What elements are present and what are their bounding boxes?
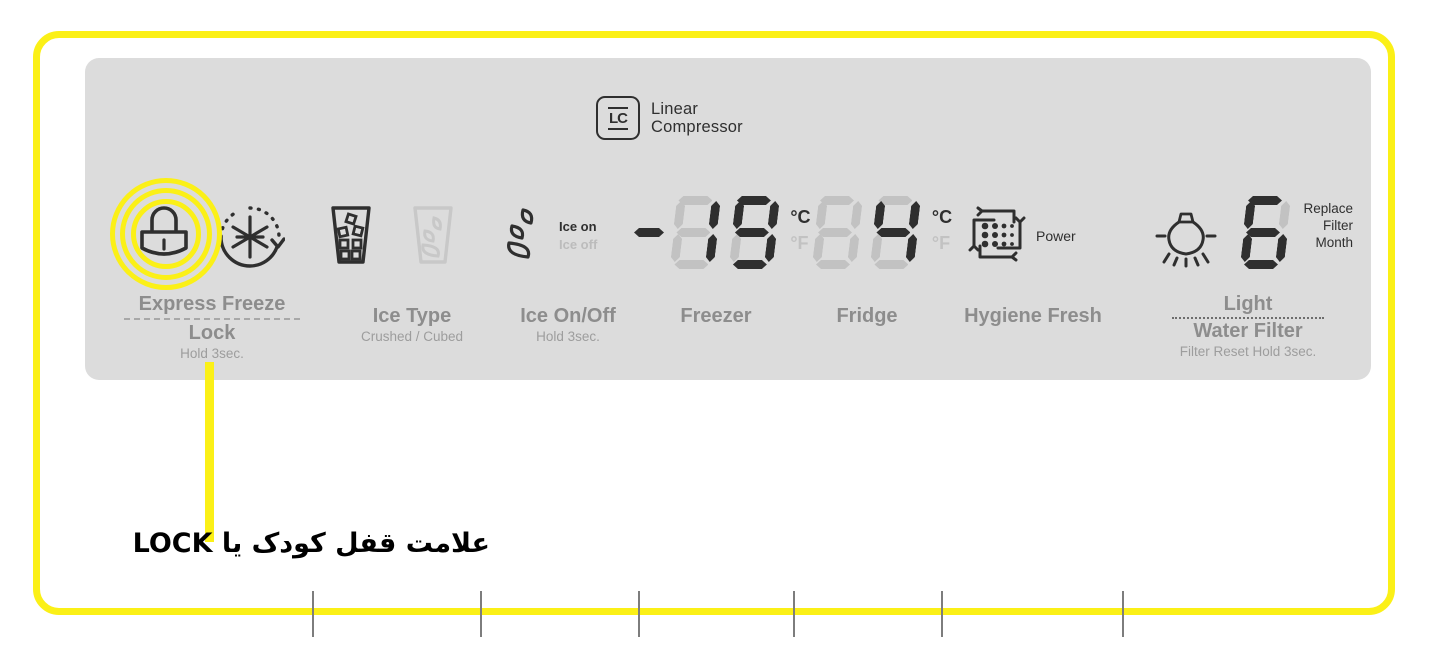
label-lock-hold: Hold 3sec.: [180, 346, 244, 361]
light-water-filter-divider: [1172, 317, 1324, 319]
water-filter-display[interactable]: Replace Filter Month: [1238, 196, 1353, 270]
seg-digit-1: [668, 196, 722, 270]
lc-badge-text: LC: [608, 106, 628, 130]
ice-off-label: Ice off: [559, 237, 598, 252]
express-freeze-lock-divider: [124, 318, 300, 320]
freezer-unit-fahrenheit: °F: [790, 233, 809, 253]
seg-digit-2: [727, 196, 781, 270]
express-freeze-button[interactable]: [215, 202, 286, 277]
filter-line-3: Month: [1315, 235, 1353, 250]
label-express-freeze-lock: Express Freeze Lock Hold 3sec.: [112, 293, 312, 362]
section-divider-1: [312, 591, 314, 637]
replace-filter-month-label: Replace Filter Month: [1303, 200, 1353, 251]
filter-month-digit: [1238, 196, 1292, 270]
lock-button[interactable]: [133, 204, 195, 273]
label-row: Express Freeze Lock Hold 3sec. Ice Type …: [0, 293, 1437, 637]
label-hygiene-fresh: Hygiene Fresh: [945, 305, 1121, 328]
label-light-water-filter: Light Water Filter Filter Reset Hold 3se…: [1128, 293, 1368, 360]
linear-compressor-logo: LC Linear Compressor: [596, 96, 743, 140]
light-bulb-icon: [1155, 212, 1217, 268]
annotation-pointer-line: [205, 362, 214, 542]
label-fridge-main: Fridge: [836, 305, 898, 327]
brand-line-1: Linear: [651, 99, 699, 118]
section-divider-6: [1122, 591, 1124, 637]
section-divider-5: [941, 591, 943, 637]
ice-type-cubed-button[interactable]: [326, 204, 376, 271]
label-ice-type: Ice Type Crushed / Cubed: [316, 305, 508, 345]
label-fridge: Fridge: [797, 305, 937, 328]
lc-badge-icon: LC: [596, 96, 640, 140]
freezer-digit-tens: [668, 196, 780, 270]
fridge-units: °C °F: [932, 204, 952, 256]
filter-line-2: Filter: [1322, 218, 1353, 233]
label-filter-reset: Filter Reset Hold 3sec.: [1179, 344, 1317, 359]
label-hygiene-fresh-main: Hygiene Fresh: [964, 305, 1102, 327]
label-ice-on-off-main: Ice On/Off: [520, 305, 616, 327]
light-button[interactable]: [1155, 202, 1217, 273]
label-freezer: Freezer: [642, 305, 790, 328]
label-light: Light: [1223, 293, 1273, 315]
seg-digit-4: [868, 196, 922, 270]
ice-on-label: Ice on: [559, 219, 597, 234]
hygiene-power-indicator: Power: [1028, 206, 1076, 244]
lock-icon: [140, 206, 188, 256]
freezer-display[interactable]: °C °F: [634, 196, 811, 270]
linear-compressor-label: Linear Compressor: [651, 100, 743, 137]
seg-digit-5: [1238, 196, 1292, 270]
crushed-ice-glass-icon: [413, 206, 453, 264]
filter-line-1: Replace: [1303, 201, 1353, 216]
icon-row: Ice on Ice off °C °F °C °F Power Replace…: [0, 186, 1437, 286]
fridge-digits: [810, 196, 922, 270]
ice-maker-icon: [507, 208, 534, 259]
ice-state-labels: Ice on Ice off: [559, 218, 597, 254]
label-lock: Lock: [188, 322, 236, 344]
label-water-filter: Water Filter: [1193, 320, 1303, 342]
label-ice-on-off: Ice On/Off Hold 3sec.: [488, 305, 648, 345]
express-freeze-snowflake-icon: [219, 206, 286, 268]
annotation-caption: علامت قفل کودک یا LOCK: [132, 528, 490, 559]
section-divider-3: [638, 591, 640, 637]
ice-type-crushed-button[interactable]: [408, 204, 458, 271]
label-ice-type-main: Ice Type: [372, 305, 452, 327]
section-divider-2: [480, 591, 482, 637]
fridge-unit-fahrenheit: °F: [931, 233, 951, 253]
cubed-ice-glass-icon: [331, 206, 371, 264]
label-ice-on-off-sub: Hold 3sec.: [536, 329, 600, 344]
freezer-minus-sign: [634, 228, 664, 237]
hygiene-fresh-icon: [968, 206, 1026, 262]
label-express-freeze: Express Freeze: [138, 293, 286, 315]
label-freezer-main: Freezer: [680, 305, 752, 327]
fridge-unit-celsius: °C: [931, 207, 953, 227]
label-ice-type-sub: Crushed / Cubed: [360, 329, 464, 344]
fridge-display[interactable]: °C °F: [810, 196, 952, 270]
ice-on-off-button[interactable]: [500, 204, 546, 271]
power-label: Power: [1036, 228, 1076, 244]
hygiene-fresh-button[interactable]: [968, 206, 1026, 267]
section-divider-4: [793, 591, 795, 637]
freezer-unit-celsius: °C: [790, 207, 811, 227]
seg-digit-3: [810, 196, 864, 270]
freezer-units: °C °F: [790, 204, 810, 256]
brand-line-2: Compressor: [651, 118, 743, 136]
